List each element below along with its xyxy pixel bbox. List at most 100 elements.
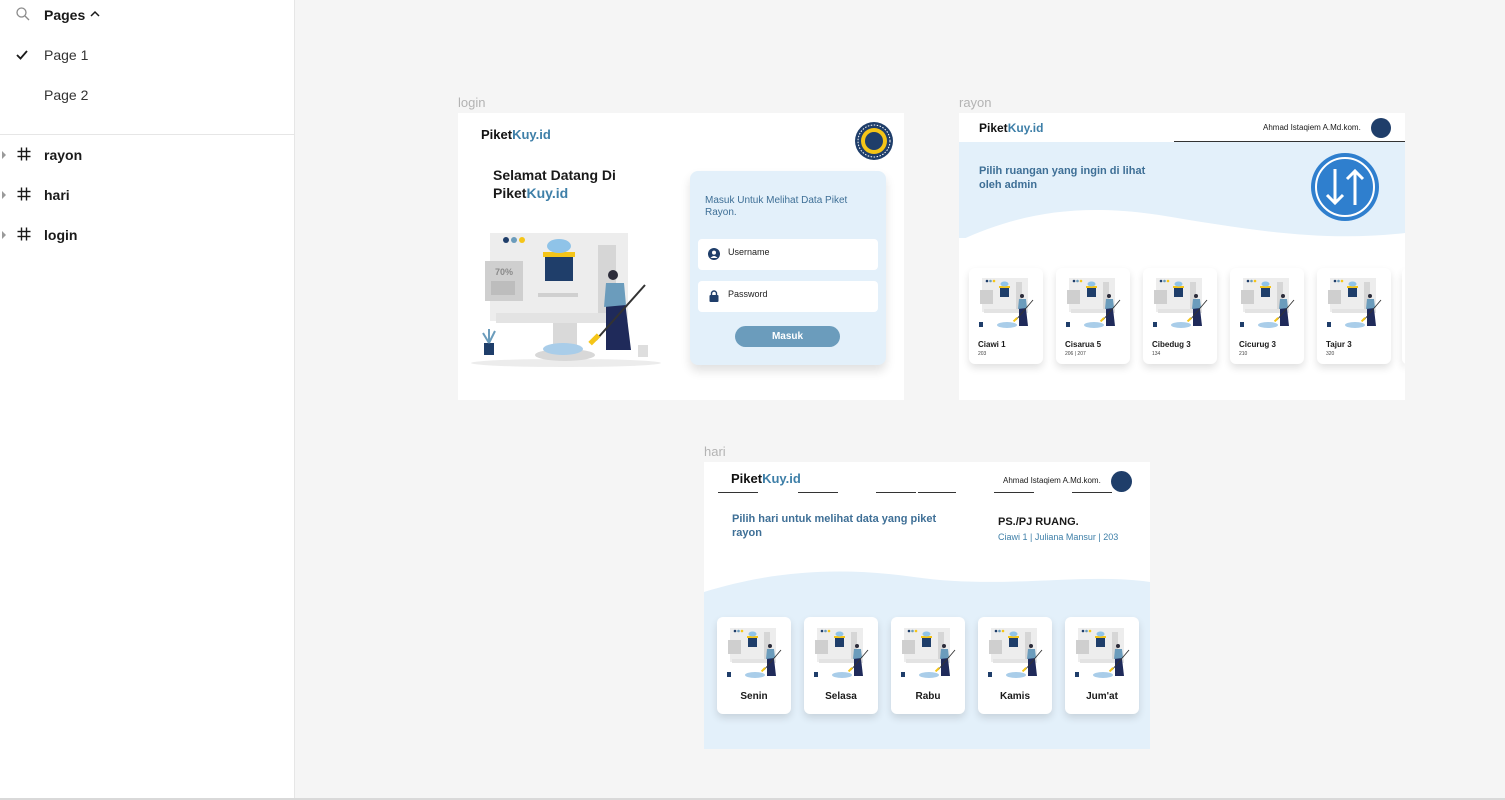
chevron-up-icon[interactable] <box>90 9 100 19</box>
user-name: Ahmad Istaqiem A.Md.kom. <box>1003 476 1101 485</box>
illustration-percent: 70% <box>495 267 513 277</box>
search-icon[interactable] <box>16 7 30 21</box>
layer-label: rayon <box>44 147 83 163</box>
cleaning-illustration: 70% <box>471 233 661 367</box>
frame-label-rayon[interactable]: rayon <box>959 95 992 110</box>
avatar[interactable] <box>1111 471 1132 492</box>
check-icon <box>16 50 28 60</box>
lead-text: Pilih hari untuk melihat data yang piket… <box>732 513 937 539</box>
rayon-card[interactable]: Cibedug 3 134 <box>1143 268 1217 364</box>
layer-item-login[interactable]: login <box>0 220 294 250</box>
rayon-card-sub: 134 <box>1152 351 1161 357</box>
day-card-name: Jum'at <box>1086 691 1118 702</box>
cleaning-illustration <box>1327 278 1382 328</box>
cleaning-illustration <box>901 628 956 678</box>
day-card-name: Rabu <box>915 691 941 702</box>
page-item-label: Page 1 <box>44 47 89 63</box>
cleaning-illustration <box>988 628 1043 678</box>
layer-label: hari <box>44 187 70 203</box>
rayon-card-name: Cisarua 5 <box>1065 340 1102 349</box>
frame-login[interactable]: PiketKuy.id Selamat Datang Di PiketKuy.i… <box>458 113 904 400</box>
rayon-card[interactable]: Cicurug 3 210 <box>1230 268 1304 364</box>
brand-accent: Kuy.id <box>1007 121 1044 135</box>
user-name: Ahmad Istaqiem A.Md.kom. <box>1263 123 1361 132</box>
pages-header[interactable]: Pages <box>0 0 294 32</box>
brand-accent: Kuy.id <box>762 471 801 486</box>
nav-underline <box>798 492 838 493</box>
rayon-card-sub: 206 | 207 <box>1065 351 1086 357</box>
day-card[interactable]: Jum'at <box>1065 617 1139 714</box>
welcome-line: Selamat Datang Di <box>493 167 616 183</box>
cleaning-illustration <box>814 628 869 678</box>
brand-logo-text: PiketKuy.id <box>979 121 1043 135</box>
expand-caret-icon[interactable] <box>2 191 6 199</box>
rayon-card[interactable]: Tajur 3 320 <box>1317 268 1391 364</box>
welcome-brand-accent: Kuy.id <box>526 185 569 201</box>
brand-accent: Kuy.id <box>512 127 551 142</box>
frame-label-login[interactable]: login <box>458 95 485 110</box>
day-card[interactable]: Kamis <box>978 617 1052 714</box>
day-card[interactable]: Senin <box>717 617 791 714</box>
brand-logo-text: PiketKuy.id <box>731 471 801 486</box>
cleaning-illustration <box>1075 628 1130 678</box>
frame-hari[interactable]: PiketKuy.id Ahmad Istaqiem A.Md.kom. Pil… <box>704 462 1150 749</box>
brand-main: Piket <box>731 471 763 486</box>
transfer-arrows-icon <box>1311 153 1379 221</box>
layer-item-hari[interactable]: hari <box>0 180 294 210</box>
nav-underline <box>994 492 1034 493</box>
rayon-card-sub: 203 <box>978 351 987 357</box>
nav-underline <box>718 492 758 493</box>
cleaning-illustration <box>1153 278 1208 328</box>
user-icon <box>708 248 720 260</box>
pages-panel: Pages Page 1 Page 2 rayon hari login <box>0 0 295 800</box>
username-field[interactable] <box>698 239 878 270</box>
page-item-label: Page 2 <box>44 87 89 103</box>
rayon-card-sub: 320 <box>1326 351 1335 357</box>
rayon-card[interactable]: Ciawi 1 203 <box>969 268 1043 364</box>
username-input[interactable] <box>728 247 868 257</box>
cleaning-illustration <box>1240 278 1295 328</box>
page-item-page-1[interactable]: Page 1 <box>0 40 294 70</box>
nav-underline <box>918 492 956 493</box>
brand-logo-text: PiketKuy.id <box>481 127 551 142</box>
rayon-card-name: Tajur 3 <box>1326 340 1352 349</box>
password-field[interactable] <box>698 281 878 312</box>
login-submit-button[interactable]: Masuk <box>735 326 840 347</box>
panel-divider <box>0 134 294 135</box>
page-item-page-2[interactable]: Page 2 <box>0 80 294 110</box>
pages-title: Pages <box>44 7 86 23</box>
login-card-title: Masuk Untuk Melihat Data Piket Rayon. <box>705 195 848 218</box>
expand-caret-icon[interactable] <box>2 151 6 159</box>
welcome-brand: PiketKuy.id <box>493 184 663 202</box>
day-card-name: Senin <box>740 691 768 702</box>
rayon-card-overflow <box>1402 268 1405 364</box>
day-card[interactable]: Selasa <box>804 617 878 714</box>
nav-underline <box>1072 492 1112 493</box>
layer-label: login <box>44 227 78 243</box>
ps-subtitle: Ciawi 1 | Juliana Mansur | 203 <box>998 532 1119 542</box>
brand-main: Piket <box>481 127 513 142</box>
lock-icon <box>709 290 719 302</box>
day-card-name: Kamis <box>999 691 1030 702</box>
expand-caret-icon[interactable] <box>2 231 6 239</box>
school-emblem-icon <box>855 122 893 160</box>
avatar[interactable] <box>1371 118 1391 138</box>
layer-item-rayon[interactable]: rayon <box>0 140 294 170</box>
ps-title: PS./PJ RUANG. <box>998 516 1079 528</box>
login-card: Masuk Untuk Melihat Data Piket Rayon. Ma… <box>690 171 886 365</box>
frame-hash-icon <box>17 147 31 161</box>
day-card-name: Selasa <box>825 691 857 702</box>
nav-underline <box>1174 141 1405 142</box>
rayon-card[interactable]: Cisarua 5 206 | 207 <box>1056 268 1130 364</box>
frame-hash-icon <box>17 227 31 241</box>
day-card[interactable]: Rabu <box>891 617 965 714</box>
rayon-card-name: Cicurug 3 <box>1239 340 1276 349</box>
frame-rayon[interactable]: PiketKuy.id Ahmad Istaqiem A.Md.kom. Pil… <box>959 113 1405 400</box>
password-input[interactable] <box>728 289 868 299</box>
frame-label-hari[interactable]: hari <box>704 444 726 459</box>
welcome-heading: Selamat Datang Di PiketKuy.id <box>493 166 663 202</box>
nav-underline <box>876 492 916 493</box>
brand-main: Piket <box>979 121 1008 135</box>
frame-hash-icon <box>17 187 31 201</box>
hero-text: Pilih ruangan yang ingin di lihat oleh a… <box>979 165 1146 191</box>
